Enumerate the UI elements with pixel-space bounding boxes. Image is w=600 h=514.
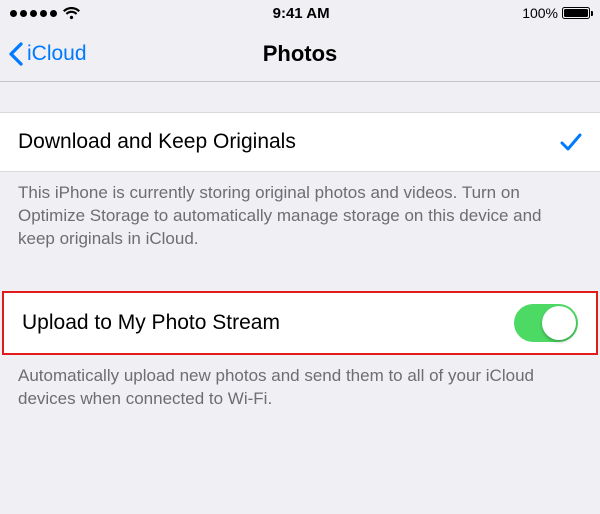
- chevron-left-icon: [8, 42, 23, 66]
- row-photo-stream[interactable]: Upload to My Photo Stream: [4, 293, 596, 353]
- wifi-icon: [63, 7, 80, 20]
- back-label: iCloud: [27, 42, 87, 66]
- row-label: Upload to My Photo Stream: [22, 311, 280, 335]
- checkmark-icon: [560, 132, 582, 152]
- signal-strength-icon: [10, 10, 57, 17]
- row-label: Download and Keep Originals: [18, 130, 296, 154]
- status-right: 100%: [522, 5, 590, 21]
- status-left: [10, 7, 80, 20]
- battery-percentage: 100%: [522, 5, 558, 21]
- photo-stream-toggle[interactable]: [514, 304, 578, 342]
- status-time: 9:41 AM: [273, 5, 330, 22]
- footer-download-originals: This iPhone is currently storing origina…: [0, 172, 600, 251]
- battery-icon: [562, 7, 590, 19]
- row-download-originals[interactable]: Download and Keep Originals: [0, 112, 600, 172]
- navigation-bar: iCloud Photos: [0, 26, 600, 82]
- page-title: Photos: [263, 41, 338, 67]
- footer-photo-stream: Automatically upload new photos and send…: [0, 355, 600, 411]
- highlight-box: Upload to My Photo Stream: [2, 291, 598, 355]
- status-bar: 9:41 AM 100%: [0, 0, 600, 26]
- toggle-knob: [542, 306, 576, 340]
- back-button[interactable]: iCloud: [8, 26, 87, 81]
